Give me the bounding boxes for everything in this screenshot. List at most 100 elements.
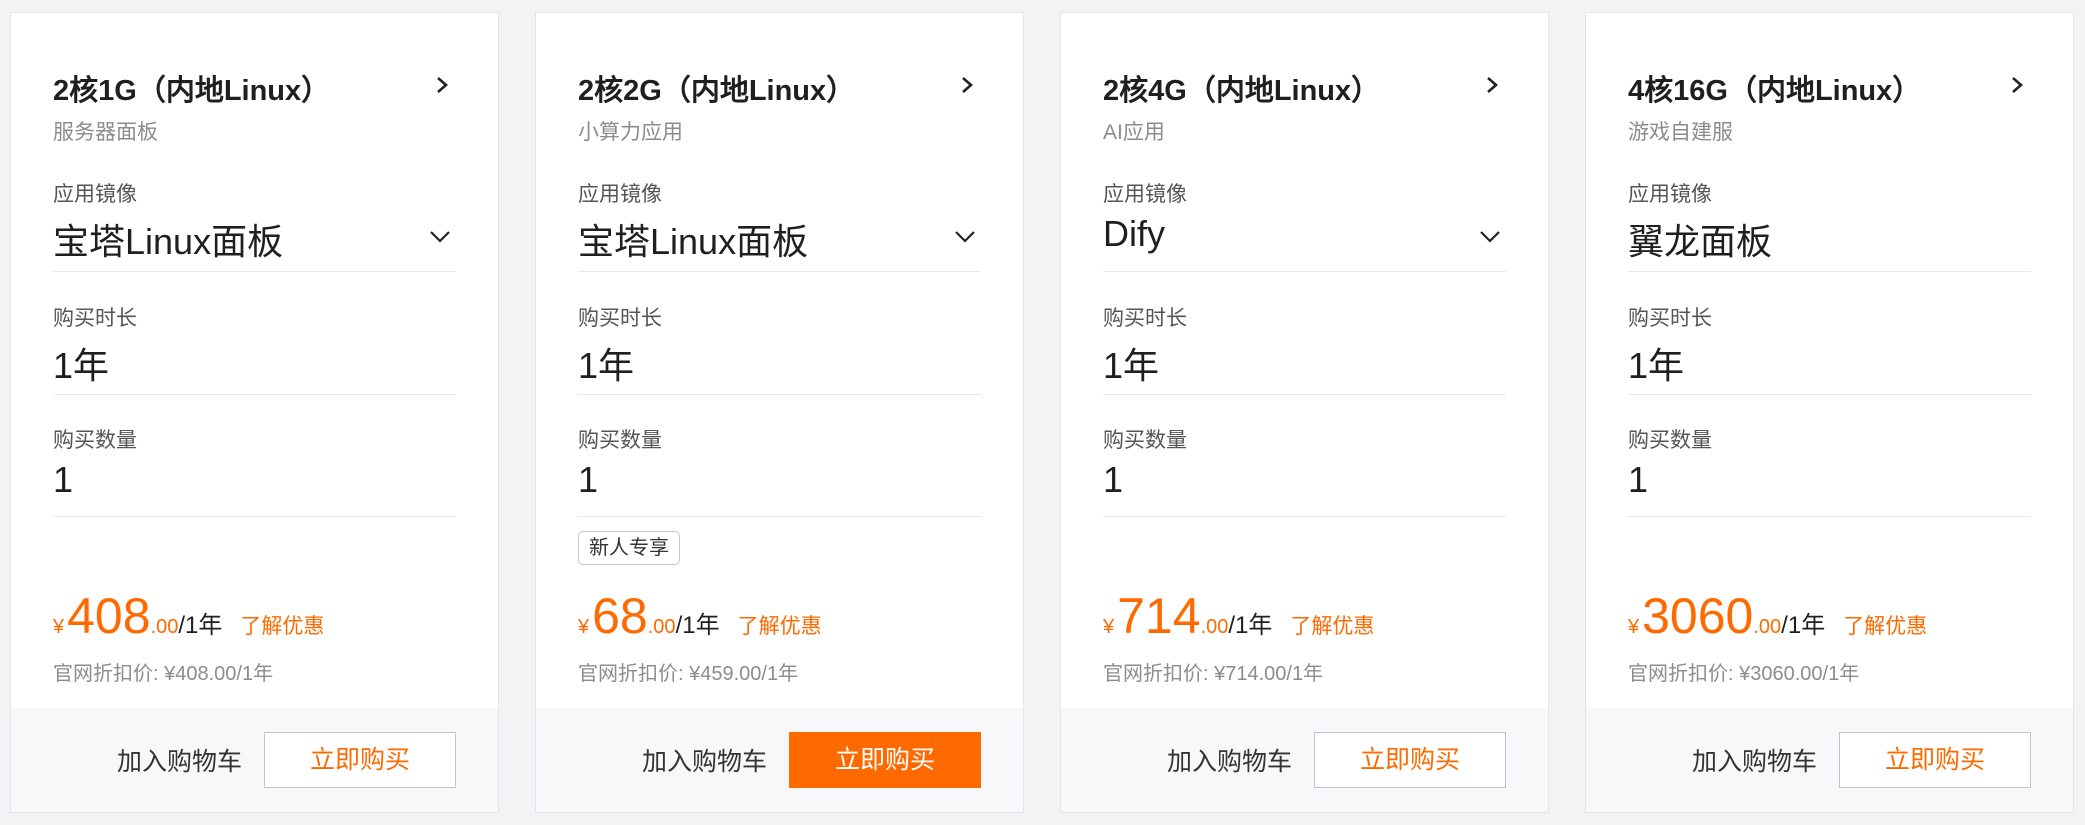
divider <box>1103 516 1506 517</box>
price-unit: /1年 <box>675 612 720 639</box>
duration-value[interactable]: 1年 <box>53 337 109 389</box>
image-select[interactable]: Dify <box>1103 213 1165 255</box>
learn-discount-link[interactable]: 了解优惠 <box>738 615 822 638</box>
currency-symbol: ¥ <box>53 616 65 638</box>
price-unit: /1年 <box>1228 612 1273 639</box>
image-select[interactable]: 宝塔Linux面板 <box>53 213 283 265</box>
quantity-label: 购买数量 <box>578 429 662 452</box>
image-label: 应用镜像 <box>1628 183 1712 206</box>
divider <box>1628 271 2031 272</box>
divider <box>1628 394 2031 395</box>
divider <box>1103 394 1506 395</box>
price-integer: 3060 <box>1642 588 1754 644</box>
duration-value[interactable]: 1年 <box>1103 337 1159 389</box>
divider <box>53 394 456 395</box>
duration-value[interactable]: 1年 <box>1628 337 1684 389</box>
duration-label: 购买时长 <box>578 307 662 330</box>
new-user-badge: 新人专享 <box>578 531 680 565</box>
buy-now-button[interactable]: 立即购买 <box>1314 732 1506 788</box>
image-value: 翼龙面板 <box>1628 221 1773 262</box>
add-to-cart-button[interactable]: 加入购物车 <box>117 742 242 778</box>
card-subtitle: 服务器面板 <box>53 121 158 144</box>
price-integer: 714 <box>1117 588 1201 644</box>
price-decimal: .00 <box>1753 616 1782 638</box>
learn-discount-link[interactable]: 了解优惠 <box>240 615 324 638</box>
product-card-2c4g: 2核4G（内地Linux） AI应用 应用镜像 Dify 购买时长 1年 购买数… <box>1060 12 1549 813</box>
duration-label: 购买时长 <box>1628 307 1712 330</box>
list-price: 官网折扣价: ¥459.00/1年 <box>578 663 799 685</box>
learn-discount-link[interactable]: 了解优惠 <box>1843 615 1927 638</box>
price-unit: /1年 <box>1781 612 1826 639</box>
card-title: 4核16G（内地Linux） <box>1628 75 1922 107</box>
divider <box>578 516 981 517</box>
image-label: 应用镜像 <box>578 183 662 206</box>
chevron-right-icon[interactable] <box>1482 67 1504 103</box>
quantity-label: 购买数量 <box>1103 429 1187 452</box>
add-to-cart-button[interactable]: 加入购物车 <box>642 742 767 778</box>
divider <box>1103 271 1506 272</box>
currency-symbol: ¥ <box>578 616 590 638</box>
quantity-label: 购买数量 <box>53 429 137 452</box>
price-integer: 408 <box>67 588 151 644</box>
duration-label: 购买时长 <box>53 307 137 330</box>
quantity-value[interactable]: 1 <box>578 459 598 501</box>
card-subtitle: AI应用 <box>1103 121 1165 144</box>
card-body: 2核2G（内地Linux） 小算力应用 应用镜像 宝塔Linux面板 购买时长 … <box>536 13 1023 709</box>
card-title: 2核4G（内地Linux） <box>1103 75 1381 107</box>
divider <box>578 394 981 395</box>
currency-symbol: ¥ <box>1103 616 1115 638</box>
card-body: 2核4G（内地Linux） AI应用 应用镜像 Dify 购买时长 1年 购买数… <box>1061 13 1548 709</box>
chevron-right-icon[interactable] <box>2007 67 2029 103</box>
chevron-right-icon[interactable] <box>432 67 454 103</box>
card-footer: 加入购物车 立即购买 <box>1586 708 2073 812</box>
chevron-down-icon[interactable] <box>426 223 454 251</box>
price: ¥3060.00/1年 了解优惠 <box>1628 587 1927 645</box>
price: ¥714.00/1年 了解优惠 <box>1103 587 1374 645</box>
quantity-value[interactable]: 1 <box>1628 459 1648 501</box>
product-card-2c2g: 2核2G（内地Linux） 小算力应用 应用镜像 宝塔Linux面板 购买时长 … <box>535 12 1024 813</box>
duration-value[interactable]: 1年 <box>578 337 634 389</box>
price: ¥68.00/1年 了解优惠 <box>578 587 822 645</box>
chevron-down-icon[interactable] <box>951 223 979 251</box>
buy-now-button[interactable]: 立即购买 <box>264 732 456 788</box>
image-label: 应用镜像 <box>1103 183 1187 206</box>
quantity-value[interactable]: 1 <box>53 459 73 501</box>
card-title: 2核1G（内地Linux） <box>53 75 331 107</box>
product-card-2c1g: 2核1G（内地Linux） 服务器面板 应用镜像 宝塔Linux面板 购买时长 … <box>10 12 499 813</box>
list-price: 官网折扣价: ¥408.00/1年 <box>53 663 274 685</box>
card-body: 4核16G（内地Linux） 游戏自建服 应用镜像 翼龙面板 购买时长 1年 购… <box>1586 13 2073 709</box>
card-subtitle: 游戏自建服 <box>1628 121 1733 144</box>
add-to-cart-button[interactable]: 加入购物车 <box>1167 742 1292 778</box>
buy-now-button[interactable]: 立即购买 <box>1839 732 2031 788</box>
card-body: 2核1G（内地Linux） 服务器面板 应用镜像 宝塔Linux面板 购买时长 … <box>11 13 498 709</box>
buy-now-button[interactable]: 立即购买 <box>789 732 981 788</box>
card-title: 2核2G（内地Linux） <box>578 75 856 107</box>
learn-discount-link[interactable]: 了解优惠 <box>1290 615 1374 638</box>
price-decimal: .00 <box>1200 616 1229 638</box>
card-footer: 加入购物车 立即购买 <box>536 708 1023 812</box>
price-integer: 68 <box>592 588 648 644</box>
price-unit: /1年 <box>178 612 223 639</box>
divider <box>578 271 981 272</box>
image-select[interactable]: 宝塔Linux面板 <box>578 213 808 265</box>
price-decimal: .00 <box>150 616 179 638</box>
image-label: 应用镜像 <box>53 183 137 206</box>
quantity-value[interactable]: 1 <box>1103 459 1123 501</box>
list-price: 官网折扣价: ¥3060.00/1年 <box>1628 663 1860 685</box>
card-footer: 加入购物车 立即购买 <box>1061 708 1548 812</box>
product-card-4c16g: 4核16G（内地Linux） 游戏自建服 应用镜像 翼龙面板 购买时长 1年 购… <box>1585 12 2074 813</box>
card-subtitle: 小算力应用 <box>578 121 683 144</box>
divider <box>1628 516 2031 517</box>
price: ¥408.00/1年 了解优惠 <box>53 587 324 645</box>
currency-symbol: ¥ <box>1628 616 1640 638</box>
chevron-down-icon[interactable] <box>1476 223 1504 251</box>
price-decimal: .00 <box>647 616 676 638</box>
duration-label: 购买时长 <box>1103 307 1187 330</box>
card-footer: 加入购物车 立即购买 <box>11 708 498 812</box>
list-price: 官网折扣价: ¥714.00/1年 <box>1103 663 1324 685</box>
divider <box>53 516 456 517</box>
add-to-cart-button[interactable]: 加入购物车 <box>1692 742 1817 778</box>
quantity-label: 购买数量 <box>1628 429 1712 452</box>
chevron-right-icon[interactable] <box>957 67 979 103</box>
divider <box>53 271 456 272</box>
